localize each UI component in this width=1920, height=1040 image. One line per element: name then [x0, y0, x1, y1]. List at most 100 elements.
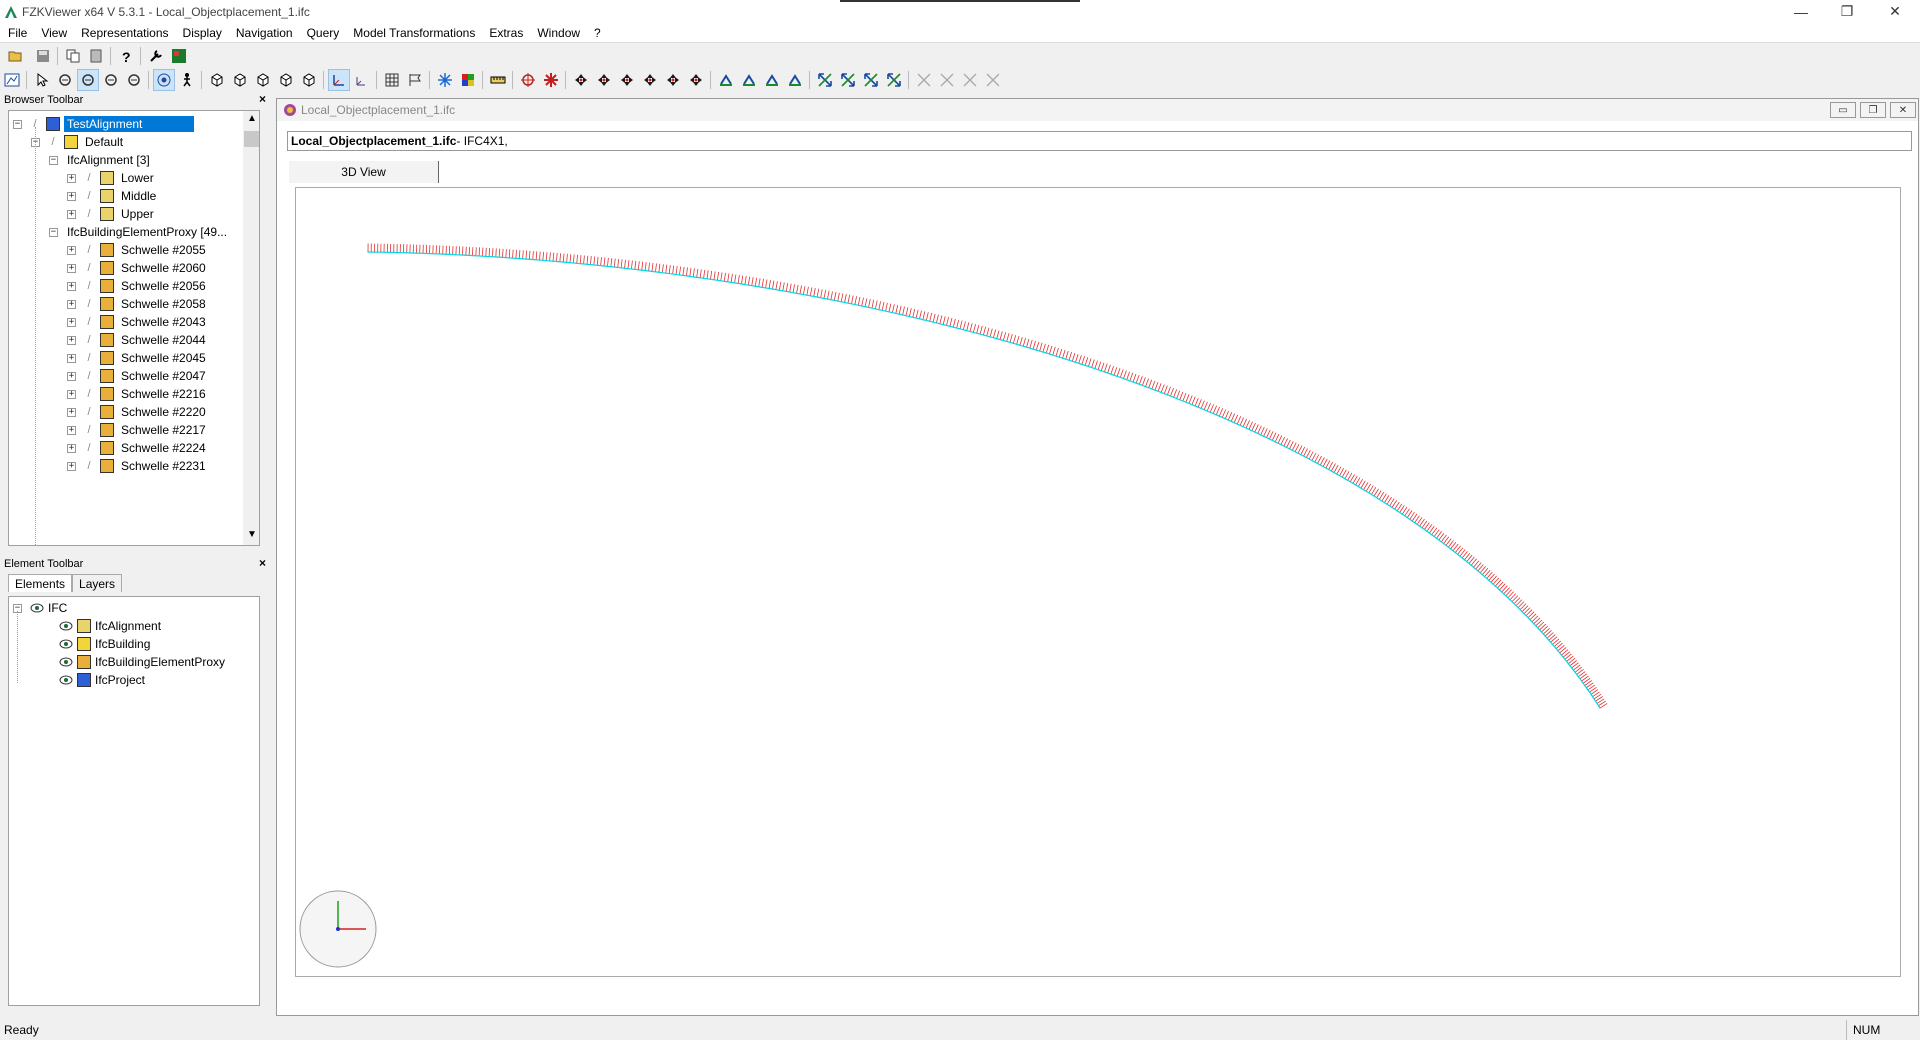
expand-toggle-icon[interactable]: −	[13, 119, 22, 129]
element-type-item[interactable]: IfcAlignment	[59, 617, 161, 635]
tree-item[interactable]: + / Schwelle #2058	[67, 295, 209, 313]
eye-icon[interactable]	[59, 639, 73, 649]
visibility-check-icon[interactable]: /	[82, 441, 96, 455]
tree-item[interactable]: + / Schwelle #2060	[67, 259, 209, 277]
visibility-check-icon[interactable]: /	[82, 171, 96, 185]
scene-canvas[interactable]	[296, 188, 1900, 976]
browser-close-button[interactable]: ×	[259, 92, 266, 106]
element-root[interactable]: − IFC	[13, 599, 67, 617]
visibility-check-icon[interactable]: /	[82, 243, 96, 257]
menu-representations[interactable]: Representations	[73, 26, 174, 40]
tree-item[interactable]: + / Schwelle #2045	[67, 349, 209, 367]
tree-item[interactable]: + / Schwelle #2231	[67, 457, 209, 475]
element-type-item[interactable]: IfcProject	[59, 671, 145, 689]
view-back-button[interactable]	[229, 69, 251, 91]
expand-toggle-icon[interactable]: +	[67, 299, 76, 309]
tree-item[interactable]: − IfcBuildingElementProxy [49...	[49, 223, 230, 241]
map-button[interactable]	[168, 45, 190, 67]
flag-button[interactable]	[404, 69, 426, 91]
axis-local-button[interactable]	[351, 69, 373, 91]
tree-item[interactable]: − / TestAlignment	[13, 115, 194, 133]
element-type-item[interactable]: IfcBuildingElementProxy	[59, 653, 225, 671]
eye-icon[interactable]	[30, 603, 44, 613]
tree-item[interactable]: − / Default	[31, 133, 126, 151]
tree-item[interactable]: + / Schwelle #2055	[67, 241, 209, 259]
zoom-button[interactable]	[123, 69, 145, 91]
expand-toggle-icon[interactable]: +	[67, 371, 76, 381]
shrink-b-button[interactable]	[936, 69, 958, 91]
tree-item[interactable]: + / Upper	[67, 205, 157, 223]
visibility-check-icon[interactable]: /	[82, 333, 96, 347]
menu-file[interactable]: File	[0, 26, 33, 40]
nav-b-button[interactable]	[593, 69, 615, 91]
expand-toggle-icon[interactable]: +	[67, 389, 76, 399]
expand-toggle-icon[interactable]: +	[67, 335, 76, 345]
tree-item[interactable]: − IfcAlignment [3]	[49, 151, 153, 169]
camera-button[interactable]	[153, 69, 175, 91]
visibility-check-icon[interactable]: /	[46, 135, 60, 149]
rotate-button[interactable]	[54, 69, 76, 91]
tree-item[interactable]: + / Schwelle #2224	[67, 439, 209, 457]
expand-toggle-icon[interactable]: +	[67, 461, 76, 471]
move-c-button[interactable]	[761, 69, 783, 91]
browser-scrollbar[interactable]: ▲ ▼	[243, 111, 259, 545]
menu-extras[interactable]: Extras	[481, 26, 529, 40]
tree-item[interactable]: + / Schwelle #2217	[67, 421, 209, 439]
element-type-item[interactable]: IfcBuilding	[59, 635, 150, 653]
visibility-check-icon[interactable]: /	[82, 315, 96, 329]
menu-help[interactable]: ?	[586, 26, 607, 40]
expand-toggle-icon[interactable]: +	[67, 245, 76, 255]
expand-b-button[interactable]	[837, 69, 859, 91]
doc-restore-button[interactable]: ❐	[1860, 102, 1886, 118]
expand-toggle-icon[interactable]: +	[67, 209, 76, 219]
walk-button[interactable]	[176, 69, 198, 91]
expand-c-button[interactable]	[860, 69, 882, 91]
paste-button[interactable]	[85, 45, 107, 67]
visibility-check-icon[interactable]: /	[82, 405, 96, 419]
expand-toggle-icon[interactable]: +	[67, 317, 76, 327]
chart-button[interactable]	[1, 69, 23, 91]
snowflake-button[interactable]	[434, 69, 456, 91]
tree-item[interactable]: + / Schwelle #2047	[67, 367, 209, 385]
tree-item[interactable]: + / Schwelle #2056	[67, 277, 209, 295]
pan-button[interactable]	[77, 69, 99, 91]
visibility-check-icon[interactable]: /	[82, 459, 96, 473]
view-right-button[interactable]	[298, 69, 320, 91]
star-button[interactable]	[540, 69, 562, 91]
nav-c-button[interactable]	[616, 69, 638, 91]
nav-e-button[interactable]	[662, 69, 684, 91]
doc-minimize-button[interactable]: ▭	[1830, 102, 1856, 118]
move-a-button[interactable]	[715, 69, 737, 91]
nav-a-button[interactable]	[570, 69, 592, 91]
visibility-check-icon[interactable]: /	[82, 423, 96, 437]
tab-3d-view[interactable]: 3D View	[289, 161, 439, 183]
expand-toggle-icon[interactable]: +	[67, 407, 76, 417]
expand-toggle-icon[interactable]: +	[67, 173, 76, 183]
expand-toggle-icon[interactable]: +	[67, 263, 76, 273]
menu-navigation[interactable]: Navigation	[228, 26, 299, 40]
nav-f-button[interactable]	[685, 69, 707, 91]
open-button[interactable]	[1, 45, 31, 67]
shrink-c-button[interactable]	[959, 69, 981, 91]
help-button[interactable]: ?	[115, 45, 137, 67]
expand-toggle-icon[interactable]: +	[67, 353, 76, 363]
visibility-check-icon[interactable]: /	[82, 351, 96, 365]
expand-d-button[interactable]	[883, 69, 905, 91]
shrink-a-button[interactable]	[913, 69, 935, 91]
scroll-down-icon[interactable]: ▼	[247, 529, 257, 540]
menu-model-transformations[interactable]: Model Transformations	[345, 26, 481, 40]
scroll-up-icon[interactable]: ▲	[247, 113, 257, 124]
minimize-button[interactable]: —	[1778, 0, 1824, 23]
menu-view[interactable]: View	[33, 26, 73, 40]
orbit-button[interactable]	[100, 69, 122, 91]
expand-toggle-icon[interactable]: +	[67, 191, 76, 201]
visibility-check-icon[interactable]: /	[82, 279, 96, 293]
menu-window[interactable]: Window	[529, 26, 586, 40]
view-front-button[interactable]	[206, 69, 228, 91]
expand-toggle-icon[interactable]: +	[67, 425, 76, 435]
menu-query[interactable]: Query	[299, 26, 346, 40]
grid-button[interactable]	[381, 69, 403, 91]
tree-item[interactable]: + / Middle	[67, 187, 159, 205]
eye-icon[interactable]	[59, 657, 73, 667]
measure-button[interactable]	[487, 69, 509, 91]
